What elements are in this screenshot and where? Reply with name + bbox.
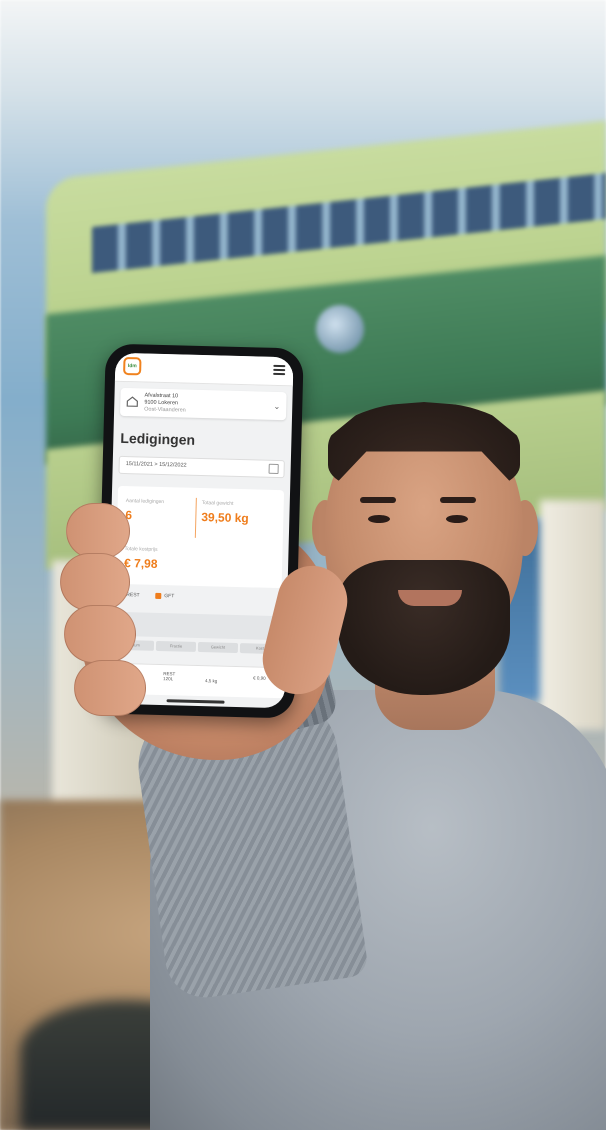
calendar-icon: [268, 463, 279, 475]
table-header: Datum Fractie Gewicht Kost: [113, 639, 281, 655]
person-finger-ring: [64, 605, 136, 663]
person-eyebrow-left: [360, 497, 396, 503]
chart-area: [114, 611, 281, 641]
home-indicator: [166, 699, 225, 704]
chevron-down-icon: ⌄: [273, 401, 281, 412]
stat-cost-label: Totale kostprijs: [124, 546, 158, 553]
legend-item-gft[interactable]: GFT: [155, 592, 175, 600]
row-fraction-size: 120L: [163, 676, 174, 682]
app-logo[interactable]: Idm: [123, 356, 142, 376]
stat-divider: [194, 497, 197, 538]
tab-fractie[interactable]: Fractie: [155, 640, 197, 652]
legend-swatch-icon: [155, 592, 162, 600]
chart-legend: REST GFT: [115, 591, 281, 608]
date-range-field[interactable]: 15/11/2021 > 15/12/2022: [118, 455, 285, 479]
building-pillar-right: [540, 500, 606, 730]
stat-weight-label: Totaal gewicht: [201, 500, 234, 507]
person-eyebrow-right: [440, 497, 476, 503]
row-weight: 4,5 kg: [205, 678, 218, 684]
person-eye-right: [446, 515, 468, 523]
row-fraction: REST 120L: [163, 671, 175, 681]
tab-gewicht[interactable]: Gewicht: [197, 641, 239, 654]
building-round-window: [316, 305, 364, 353]
app-header: Idm: [114, 352, 294, 387]
person-beard: [338, 560, 510, 695]
person-smile: [398, 590, 462, 606]
stat-cost-value: € 7,98: [123, 556, 158, 571]
stat-count-label: Aantal ledigingen: [125, 498, 165, 506]
address-text: Afvalstraat 10 9100 Lokeren Oost-Vlaande…: [144, 393, 186, 415]
stats-card: Aantal ledigingen 6 Totaal gewicht 39,50…: [115, 485, 285, 589]
page-title: Ledigingen: [120, 429, 196, 448]
stat-weight: Totaal gewicht 39,50 kg: [201, 500, 249, 525]
stat-cost: Totale kostprijs € 7,98: [124, 546, 158, 571]
person-finger-middle: [60, 553, 130, 611]
person-finger-little: [74, 660, 146, 716]
stat-count: Aantal ledigingen 6: [125, 498, 164, 523]
home-icon: [126, 396, 138, 407]
address-selector[interactable]: Afvalstraat 10 9100 Lokeren Oost-Vlaande…: [119, 387, 287, 421]
legend-label-gft: GFT: [164, 593, 175, 600]
menu-icon[interactable]: [273, 364, 286, 377]
stat-weight-value: 39,50 kg: [201, 510, 249, 526]
photo-scene: Idm Afvalstraat 10 9100 Lokeren Oost-Vla…: [0, 0, 606, 1130]
person-finger-index: [66, 503, 130, 559]
legend-label-rest: REST: [126, 592, 140, 599]
address-line-3: Oost-Vlaanderen: [144, 406, 186, 414]
stat-count-value: 6: [125, 508, 133, 523]
date-range-value: 15/11/2021 > 15/12/2022: [125, 461, 187, 469]
person-eye-left: [368, 515, 390, 523]
row-cost: € 0,90: [253, 675, 266, 681]
